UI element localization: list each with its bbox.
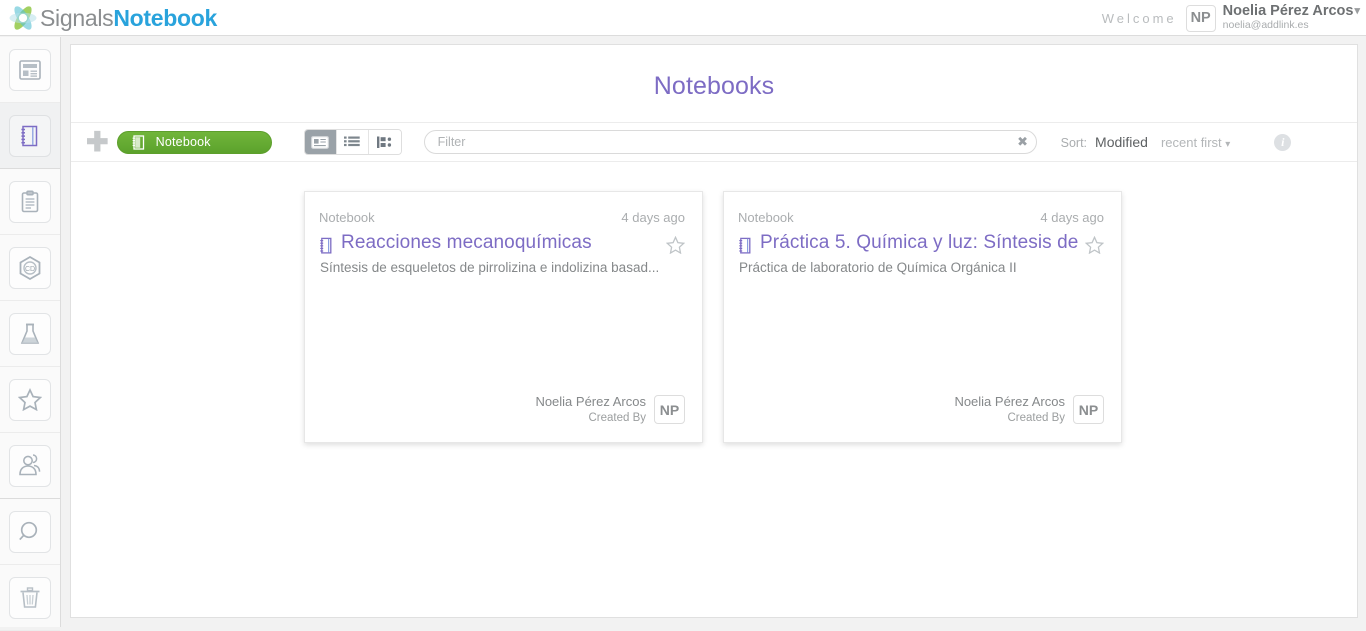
sidebar-item-trash[interactable] xyxy=(0,565,60,631)
notebook-icon xyxy=(738,237,753,255)
user-name: Noelia Pérez Arcos▾ xyxy=(1223,4,1360,19)
welcome-label: Welcome xyxy=(1102,11,1177,26)
card-title-row: Reacciones mecanoquímicas xyxy=(319,232,685,255)
card-creator-info: Noelia Pérez Arcos Created By xyxy=(535,394,646,425)
chevron-down-icon[interactable]: ▾ xyxy=(1354,6,1360,18)
sidebar-icon-box xyxy=(9,181,51,223)
sidebar-icon-box xyxy=(9,313,51,355)
notebook-card[interactable]: Notebook 4 days ago Práctica 5. Química … xyxy=(723,191,1122,443)
sidebar-item-samples[interactable] xyxy=(0,301,60,367)
new-notebook-button[interactable]: Notebook xyxy=(117,131,272,154)
sort-direction-label: recent first xyxy=(1161,135,1222,150)
card-title[interactable]: Práctica 5. Química y luz: Síntesis de f… xyxy=(760,232,1081,254)
sort-label: Sort: xyxy=(1061,136,1087,150)
page-title: Notebooks xyxy=(71,45,1357,122)
view-mode-list-button[interactable] xyxy=(337,130,369,154)
hexagon-cd-icon: CD xyxy=(17,255,43,281)
trash-icon xyxy=(18,586,42,610)
brand-second: Notebook xyxy=(113,5,217,31)
card-creator-avatar: NP xyxy=(1073,395,1104,424)
star-outline-icon[interactable] xyxy=(666,236,685,254)
notebook-card[interactable]: Notebook 4 days ago Reacciones mecanoquí… xyxy=(304,191,703,443)
sidebar-icon-box: CD xyxy=(9,247,51,289)
toolbar: ✚ Notebook xyxy=(71,122,1357,162)
card-footer: Noelia Pérez Arcos Created By NP xyxy=(535,394,685,425)
card-type-label: Notebook xyxy=(738,210,794,225)
card-creator-avatar: NP xyxy=(654,395,685,424)
view-mode-tree-button[interactable] xyxy=(369,130,401,154)
sidebar-icon-box xyxy=(9,445,51,487)
dashboard-panels-icon xyxy=(19,60,41,80)
card-description: Síntesis de esqueletos de pirrolizina e … xyxy=(320,260,685,275)
user-info: Noelia Pérez Arcos▾ noelia@addlink.es xyxy=(1223,4,1360,32)
top-bar: SignalsNotebook Welcome NP Noelia Pérez … xyxy=(0,0,1366,36)
sidebar-icon-box xyxy=(9,49,51,91)
filter-clear-icon[interactable]: ✖ xyxy=(1013,134,1033,150)
card-creator-role: Created By xyxy=(535,411,646,425)
sidebar-item-shared-with-me[interactable] xyxy=(0,433,60,499)
sidebar-item-favorites[interactable] xyxy=(0,367,60,433)
list-view-icon xyxy=(344,136,360,149)
sidebar-icon-box xyxy=(9,577,51,619)
brand-first: Signals xyxy=(40,5,113,31)
new-notebook-label: Notebook xyxy=(156,135,211,149)
user-name-text: Noelia Pérez Arcos xyxy=(1223,3,1354,19)
sidebar-item-chemical-draw[interactable]: CD xyxy=(0,235,60,301)
notebook-icon xyxy=(319,237,334,255)
card-modified-label: 4 days ago xyxy=(1040,210,1104,225)
sidebar-item-dashboard[interactable] xyxy=(0,37,60,103)
card-creator-name: Noelia Pérez Arcos xyxy=(535,394,646,410)
card-type-label: Notebook xyxy=(319,210,375,225)
card-creator-role: Created By xyxy=(954,411,1065,425)
card-creator-info: Noelia Pérez Arcos Created By xyxy=(954,394,1065,425)
card-description: Práctica de laboratorio de Química Orgán… xyxy=(739,260,1104,275)
tree-view-icon xyxy=(377,136,393,149)
sidebar-icon-box xyxy=(9,511,51,553)
card-footer: Noelia Pérez Arcos Created By NP xyxy=(954,394,1104,425)
card-title-row: Práctica 5. Química y luz: Síntesis de f… xyxy=(738,232,1104,255)
clipboard-icon xyxy=(20,190,40,214)
card-creator-name: Noelia Pérez Arcos xyxy=(954,394,1065,410)
sidebar: CD xyxy=(0,37,61,627)
star-icon xyxy=(18,388,42,411)
sidebar-icon-box xyxy=(9,379,51,421)
card-modified-label: 4 days ago xyxy=(621,210,685,225)
card-header: Notebook 4 days ago xyxy=(319,210,685,225)
search-icon xyxy=(18,520,42,544)
main-panel: Notebooks ✚ Notebook xyxy=(70,44,1358,618)
info-icon[interactable]: i xyxy=(1274,134,1291,151)
sidebar-item-search[interactable] xyxy=(0,499,60,565)
app-logo[interactable]: SignalsNotebook xyxy=(8,1,217,35)
avatar: NP xyxy=(1186,5,1216,32)
chevron-down-icon: ▾ xyxy=(1225,139,1230,150)
sidebar-item-experiments[interactable] xyxy=(0,169,60,235)
notebook-icon xyxy=(132,135,145,150)
card-header: Notebook 4 days ago xyxy=(738,210,1104,225)
sidebar-item-notebooks[interactable] xyxy=(0,103,60,169)
brand-text: SignalsNotebook xyxy=(40,5,217,32)
sort-direction-select[interactable]: recent first ▾ xyxy=(1161,135,1230,150)
flask-icon xyxy=(19,322,41,346)
plus-icon[interactable]: ✚ xyxy=(86,129,109,156)
view-mode-group xyxy=(304,129,402,155)
sidebar-icon-box xyxy=(9,115,51,157)
sort-field-select[interactable]: Modified xyxy=(1095,134,1148,150)
atom-logo-icon xyxy=(8,3,38,33)
card-title[interactable]: Reacciones mecanoquímicas xyxy=(341,232,662,254)
user-menu[interactable]: Welcome NP Noelia Pérez Arcos▾ noelia@ad… xyxy=(1102,0,1360,36)
view-mode-card-button[interactable] xyxy=(305,130,337,154)
users-icon xyxy=(17,454,43,478)
sort-controls: Sort: Modified recent first ▾ xyxy=(1061,134,1231,150)
card-view-icon xyxy=(311,136,329,149)
notebook-card-list: Notebook 4 days ago Reacciones mecanoquí… xyxy=(71,162,1357,443)
star-outline-icon[interactable] xyxy=(1085,236,1104,254)
user-email: noelia@addlink.es xyxy=(1223,20,1360,31)
svg-text:CD: CD xyxy=(25,266,35,273)
notebook-icon xyxy=(19,124,41,148)
filter-input[interactable] xyxy=(424,130,1037,154)
